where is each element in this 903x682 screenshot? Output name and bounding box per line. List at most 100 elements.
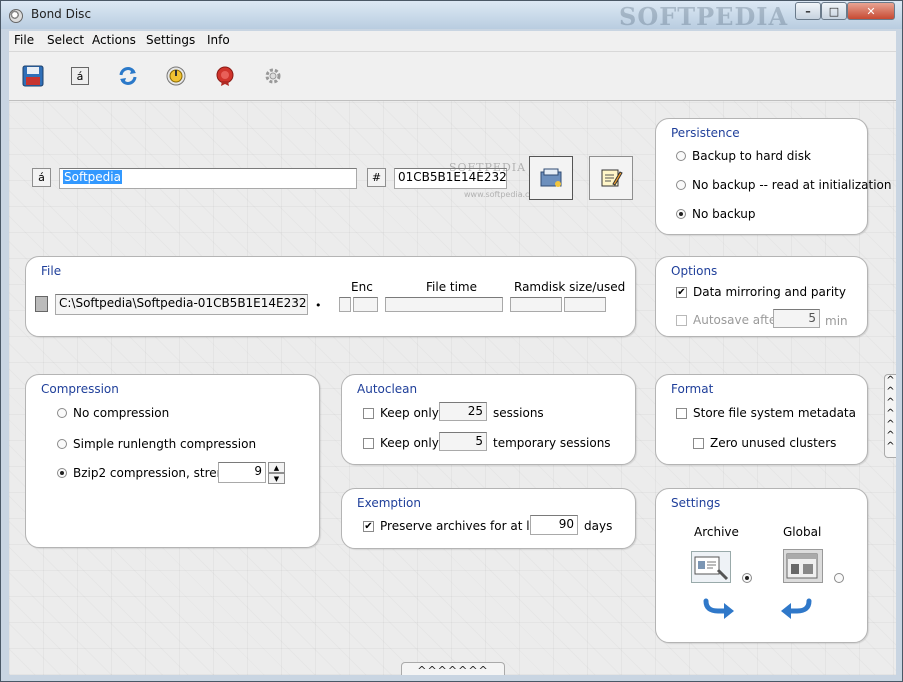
keep-temp-checkbox[interactable] [363,437,374,449]
charset-button[interactable]: á [68,64,92,88]
charset-small-button[interactable]: á [32,168,51,187]
toolbar: á [9,52,896,101]
exemption-panel: Exemption ✔ Preserve archives for at leas… [341,488,636,549]
mirroring-option[interactable]: ✔ Data mirroring and parity [676,285,846,299]
settings-button[interactable] [261,64,285,88]
archive-settings-icon[interactable] [691,551,731,583]
options-panel: Options ✔ Data mirroring and parity Autos… [655,256,868,337]
archive-label: Archive [694,525,739,539]
close-button[interactable]: ✕ [847,2,895,20]
zero-clusters-checkbox[interactable] [693,437,704,449]
wax-seal-icon [216,66,234,86]
bottom-expander[interactable]: ^^^^^^^ [401,662,505,677]
title-bar[interactable]: Bond Disc SOFTPEDIA – □ ✕ [1,1,902,31]
softpedia-watermark: SOFTPEDIA [619,2,789,31]
global-window-icon [786,553,818,579]
maximize-button[interactable]: □ [821,2,847,20]
persistence-title: Persistence [671,126,740,140]
strength-up-button[interactable]: ▲ [268,462,285,473]
compression-title: Compression [41,382,119,396]
save-button[interactable] [21,64,45,88]
app-disc-icon[interactable] [9,9,23,23]
file-time-label: File time [426,280,478,294]
apply-archive-arrow-icon[interactable] [702,595,738,621]
global-settings-icon[interactable] [783,549,823,583]
persistence-option-nobackup-label: No backup [692,207,756,221]
mirroring-label: Data mirroring and parity [693,285,846,299]
radio-runlength[interactable] [57,439,67,449]
file-path-field[interactable]: C:\Softpedia\Softpedia-01CB5B1E14E23290.… [55,294,308,315]
menu-settings[interactable]: Settings [146,33,195,47]
compression-none-option[interactable]: No compression [57,406,169,420]
gear-icon [265,68,281,84]
global-radio[interactable] [834,573,844,583]
temp-count-field[interactable]: 5 [439,432,487,451]
zero-clusters-label: Zero unused clusters [710,436,837,450]
arrow-up-icon: ▲ [273,463,280,472]
options-title: Options [671,264,718,278]
arrow-down-icon: ▼ [273,474,280,483]
menu-file[interactable]: File [14,33,34,47]
preserve-option[interactable]: ✔ Preserve archives for at least [363,519,555,533]
mirroring-checkbox[interactable]: ✔ [676,286,687,298]
window-title: Bond Disc [31,7,92,21]
preserve-days-field[interactable]: 90 [530,515,578,535]
archive-radio[interactable] [742,573,752,583]
format-panel: Format Store file system metadata Zero u… [655,374,868,465]
radio-readinit[interactable] [676,180,686,190]
persistence-option-readinit[interactable]: No backup -- read at initialization [676,178,891,192]
radio-backup[interactable] [676,151,686,161]
persistence-option-readinit-label: No backup -- read at initialization [692,178,892,192]
keep-temp-label: Keep only [380,436,439,450]
menu-select[interactable]: Select [47,33,84,47]
menu-actions[interactable]: Actions [92,33,136,47]
global-label: Global [783,525,822,539]
exemption-title: Exemption [357,496,421,510]
compression-runlength-label: Simple runlength compression [73,437,257,451]
main-window: Bond Disc SOFTPEDIA – □ ✕ File Select Ac… [0,0,903,682]
strength-down-button[interactable]: ▼ [268,473,285,484]
compression-runlength-option[interactable]: Simple runlength compression [57,437,256,451]
sessions-count-field[interactable]: 25 [439,402,487,421]
store-metadata-checkbox[interactable] [676,407,687,419]
name-field[interactable]: Softpedia [59,168,357,189]
charset-icon: á [71,67,89,85]
file-icon [35,296,48,312]
expand-side-icon: ^^^^^^^ [886,375,895,452]
expand-up-icon: ^^^^^^^ [417,664,489,677]
keep-sessions-checkbox[interactable] [363,407,374,419]
refresh-button[interactable] [116,64,140,88]
zero-clusters-option[interactable]: Zero unused clusters [693,436,836,450]
keep-sessions-option[interactable]: Keep only [363,406,439,420]
hash-button[interactable]: # [367,168,386,187]
settings-title: Settings [671,496,721,510]
persistence-option-backup[interactable]: Backup to hard disk [676,149,811,163]
power-button[interactable] [164,64,188,88]
autosave-minutes-field[interactable]: 5 [773,309,820,328]
minimize-button[interactable]: – [795,2,821,20]
radio-nobackup[interactable] [676,209,686,219]
persistence-option-nobackup[interactable]: No backup [676,207,756,221]
format-title: Format [671,382,714,396]
store-metadata-option[interactable]: Store file system metadata [676,406,856,420]
preserve-checkbox[interactable]: ✔ [363,520,374,532]
preserve-label: Preserve archives for at least [380,519,556,533]
strength-field[interactable]: 9 [218,462,266,483]
side-expander[interactable]: ^^^^^^^ [884,374,896,458]
open-disc-button[interactable] [529,156,573,200]
apply-global-arrow-icon[interactable] [777,595,813,621]
edit-notes-button[interactable] [589,156,633,200]
radio-no-compression[interactable] [57,408,67,418]
save-icon [22,65,44,87]
autosave-checkbox[interactable] [676,314,687,326]
autosave-option[interactable]: Autosave after [676,313,781,327]
menu-info[interactable]: Info [207,33,230,47]
radio-bzip2[interactable] [57,468,67,478]
compression-bzip2-option[interactable]: Bzip2 compression, strength [57,466,244,480]
seal-button[interactable] [213,64,237,88]
menu-bar: File Select Actions Settings Info [9,31,896,52]
power-icon [166,66,186,86]
ramdisk-size-field [510,297,562,312]
autosave-unit: min [825,314,848,328]
keep-temp-option[interactable]: Keep only [363,436,439,450]
